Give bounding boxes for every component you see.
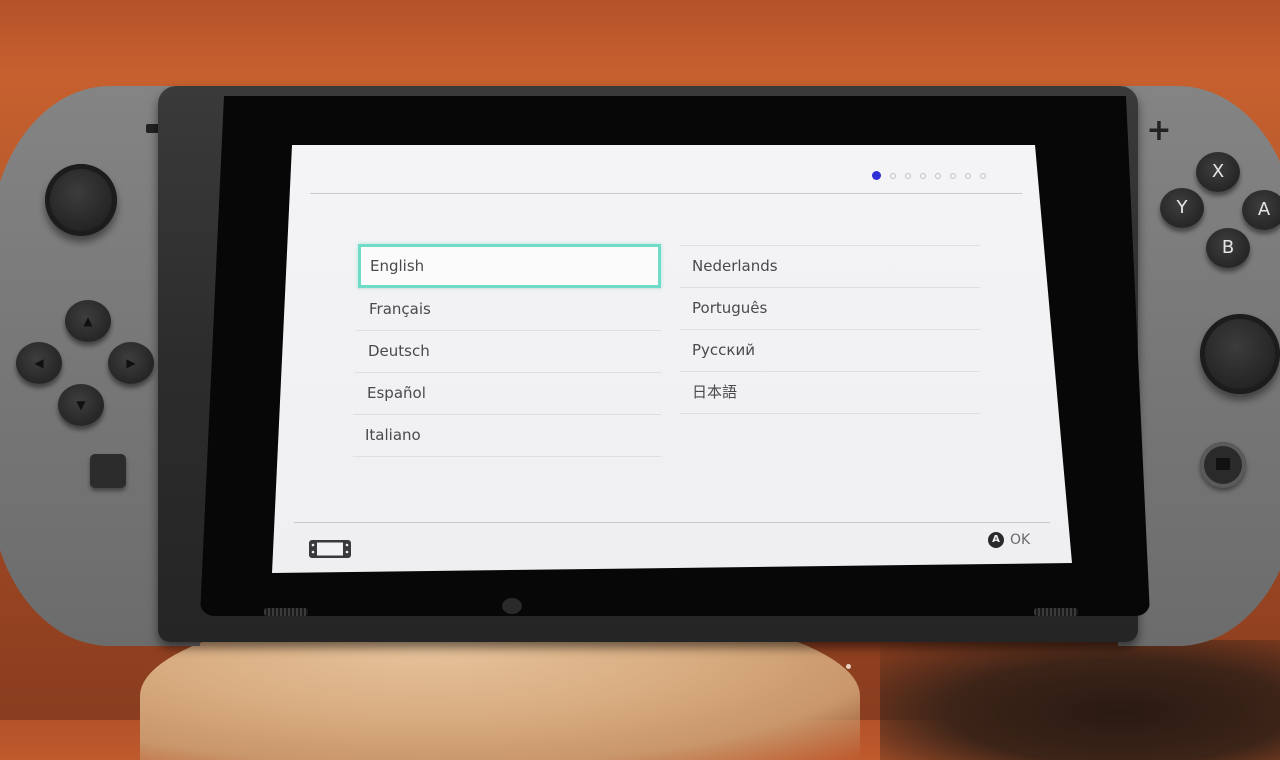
light-sensor [502,598,522,614]
language-option-japanese[interactable]: 日本語 [680,371,980,414]
page-dot [905,172,911,179]
right-speaker-grille [1034,608,1078,616]
page-dot [980,172,986,179]
dpad-up-button[interactable]: ▲ [65,300,111,342]
page-dot [935,172,941,179]
language-option-portugues[interactable]: Português [680,287,980,329]
y-button[interactable]: Y [1160,188,1204,228]
left-analog-stick[interactable] [45,164,117,236]
header-divider [310,193,1022,194]
plus-button[interactable]: + [1146,116,1172,146]
page-dot-active [872,171,881,180]
dpad-left-button[interactable]: ◀ [16,342,62,384]
page-dot [950,172,956,179]
page-dot [920,172,926,179]
language-option-espanol[interactable]: Español [355,372,661,414]
x-button[interactable]: X [1196,152,1240,192]
home-button[interactable] [1200,442,1246,488]
table-speck [846,664,851,669]
ok-label: OK [1010,532,1031,548]
language-option-deutsch[interactable]: Deutsch [356,330,661,372]
language-list-left: English Français Deutsch Español Italian… [353,244,661,457]
dpad-down-button[interactable]: ▼ [58,384,104,426]
system-setup-screen: English Français Deutsch Español Italian… [272,145,1072,573]
language-list-right: Nederlands Português Русский 日本語 [680,245,980,414]
a-button-icon: A [988,532,1004,548]
a-button[interactable]: A [1242,190,1280,230]
right-analog-stick[interactable] [1200,314,1280,394]
page-dot [965,172,971,179]
language-option-italiano[interactable]: Italiano [353,414,661,457]
footer-divider [294,522,1050,523]
language-option-francais[interactable]: Français [357,288,661,330]
b-button[interactable]: B [1206,228,1250,268]
dpad-right-button[interactable]: ▶ [108,342,154,384]
capture-button[interactable] [90,454,126,488]
page-dot [890,172,896,179]
ok-button[interactable]: A OK [988,532,1030,548]
left-speaker-grille [264,608,308,616]
table-shadow [880,640,1280,760]
handheld-console-icon [309,540,351,558]
setup-progress-indicator [872,171,986,180]
language-option-english[interactable]: English [358,244,661,288]
language-option-nederlands[interactable]: Nederlands [680,245,980,287]
language-option-russian[interactable]: Русский [680,329,980,371]
